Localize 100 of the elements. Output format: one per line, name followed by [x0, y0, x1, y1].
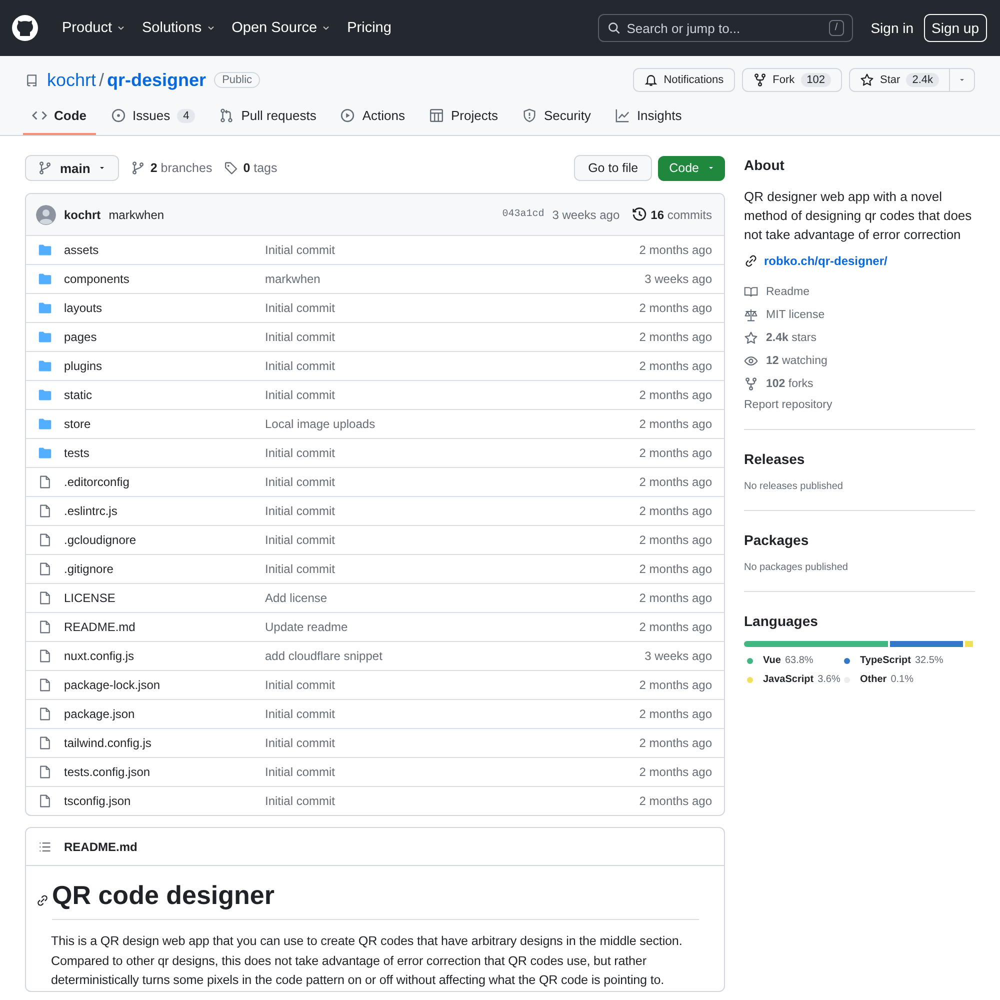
commit-time: 2 months ago: [639, 620, 712, 634]
caret-icon: [707, 164, 715, 172]
section-heading: Languages: [744, 613, 819, 629]
avatar[interactable]: [36, 204, 56, 224]
folder-name[interactable]: assets: [64, 243, 99, 257]
commit-message[interactable]: Initial commit: [265, 446, 336, 460]
report-link[interactable]: Report repository: [744, 399, 832, 411]
file-name[interactable]: .gcloudignore: [64, 533, 136, 547]
commit-message[interactable]: Initial commit: [265, 388, 336, 402]
repo-tab[interactable]: Issues 4: [102, 108, 204, 135]
folder-name[interactable]: pages: [64, 330, 97, 344]
commit-time: 2 months ago: [639, 388, 712, 402]
commit-message[interactable]: Initial commit: [265, 359, 336, 373]
commit-time: 2 months ago: [639, 591, 712, 605]
file-name[interactable]: .gitignore: [64, 562, 114, 576]
folder-name[interactable]: tests: [64, 446, 90, 460]
commit-message[interactable]: Initial commit: [265, 678, 336, 692]
folder-name[interactable]: static: [64, 388, 92, 402]
folder-name[interactable]: components: [64, 272, 130, 286]
star-button[interactable]: Star 2.4k: [849, 68, 950, 92]
branch-select[interactable]: main: [25, 155, 120, 181]
tag-icon: [224, 161, 238, 175]
shield-icon: [522, 108, 537, 123]
branches-link[interactable]: 2 branches: [150, 161, 212, 175]
nav-link[interactable]: Pricing: [341, 20, 398, 36]
file-name[interactable]: tests.config.json: [64, 765, 150, 779]
commit-time: 2 months ago: [639, 678, 712, 692]
file-icon: [38, 794, 52, 808]
language-name[interactable]: JavaScript: [763, 674, 814, 685]
notifications-button[interactable]: Notifications: [632, 68, 735, 92]
commit-time: 2 months ago: [639, 765, 712, 779]
commit-author[interactable]: kochrt: [64, 208, 101, 222]
repo-icon: [25, 73, 39, 87]
language-name[interactable]: Vue: [763, 655, 781, 666]
file-name[interactable]: package.json: [64, 707, 135, 721]
search-field[interactable]: Search or jump to... /: [598, 14, 853, 42]
commit-message[interactable]: Update readme: [265, 620, 348, 634]
commit-message[interactable]: Initial commit: [265, 765, 336, 779]
commit-message[interactable]: Initial commit: [265, 243, 336, 257]
sign-up-button[interactable]: Sign up: [924, 14, 987, 42]
repo-tab[interactable]: Actions: [331, 108, 414, 135]
repo-tab[interactable]: Security: [512, 108, 600, 135]
commit-time: 2 months ago: [639, 475, 712, 489]
star-menu-button[interactable]: [949, 68, 975, 92]
commit-message[interactable]: Initial commit: [265, 301, 336, 315]
about-link[interactable]: MIT license: [766, 308, 825, 320]
commit-message[interactable]: Initial commit: [265, 707, 336, 721]
commit-message[interactable]: markwhen: [265, 272, 320, 286]
caret-icon: [98, 164, 106, 172]
commit-message[interactable]: markwhen: [108, 208, 164, 222]
repo-tab[interactable]: Projects: [420, 108, 507, 135]
language-name[interactable]: TypeScript: [860, 655, 911, 666]
commit-message[interactable]: Add license: [265, 591, 328, 605]
commit-message[interactable]: Initial commit: [265, 533, 336, 547]
commit-message[interactable]: Local image uploads: [265, 417, 376, 431]
file-name[interactable]: README.md: [64, 620, 136, 634]
sign-in-link[interactable]: Sign in: [870, 20, 914, 36]
folder-name[interactable]: layouts: [64, 301, 102, 315]
commit-message[interactable]: Initial commit: [265, 504, 336, 518]
repo-tab[interactable]: Code: [23, 108, 96, 135]
commit-message[interactable]: Initial commit: [265, 736, 336, 750]
fork-button[interactable]: Fork 102: [742, 68, 842, 92]
file-name[interactable]: tailwind.config.js: [64, 736, 152, 750]
folder-name[interactable]: store: [64, 417, 91, 431]
commit-time: 3 weeks ago: [644, 649, 712, 663]
owner-link[interactable]: kochrt: [47, 70, 96, 90]
about-link[interactable]: 102 forks: [766, 378, 814, 390]
about-link[interactable]: 2.4k stars: [766, 332, 817, 344]
logo-icon[interactable]: [12, 15, 38, 41]
nav-link[interactable]: Product: [56, 20, 132, 36]
file-name[interactable]: tsconfig.json: [64, 794, 131, 808]
file-name[interactable]: .editorconfig: [64, 475, 130, 489]
section-heading: Packages: [744, 532, 810, 548]
circle-dot-icon: [110, 108, 126, 123]
commit-message[interactable]: Initial commit: [265, 794, 336, 808]
file-name[interactable]: package-lock.json: [64, 678, 160, 692]
website-link[interactable]: robko.ch/qr-designer/: [764, 254, 888, 268]
file-name[interactable]: .eslintrc.js: [64, 504, 118, 518]
language-name[interactable]: Other: [860, 674, 887, 685]
commit-message[interactable]: Initial commit: [265, 475, 336, 489]
go-to-file-button[interactable]: Go to file: [574, 155, 652, 181]
about-link[interactable]: Readme: [766, 286, 810, 298]
commit-hash[interactable]: 043a1cd: [502, 209, 544, 220]
commit-time: 3 weeks ago: [552, 208, 620, 222]
about-link[interactable]: 12 watching: [766, 354, 828, 366]
repo-tab[interactable]: Insights: [606, 108, 691, 135]
commit-message[interactable]: Initial commit: [265, 562, 336, 576]
file-name[interactable]: LICENSE: [64, 591, 116, 605]
file-name[interactable]: nuxt.config.js: [64, 649, 134, 663]
repo-tab[interactable]: Pull requests: [210, 108, 326, 135]
code-button[interactable]: Code: [658, 156, 725, 180]
repo-name-link[interactable]: qr-designer: [107, 70, 206, 90]
file-icon: [38, 533, 52, 547]
commits-link[interactable]: 16 commits: [650, 208, 712, 222]
commit-message[interactable]: Initial commit: [265, 330, 336, 344]
nav-link[interactable]: Open Source: [226, 20, 338, 36]
folder-name[interactable]: plugins: [64, 359, 102, 373]
commit-message[interactable]: add cloudflare snippet: [265, 649, 382, 663]
nav-link[interactable]: Solutions: [136, 20, 222, 36]
tags-link[interactable]: 0 tags: [243, 161, 278, 175]
